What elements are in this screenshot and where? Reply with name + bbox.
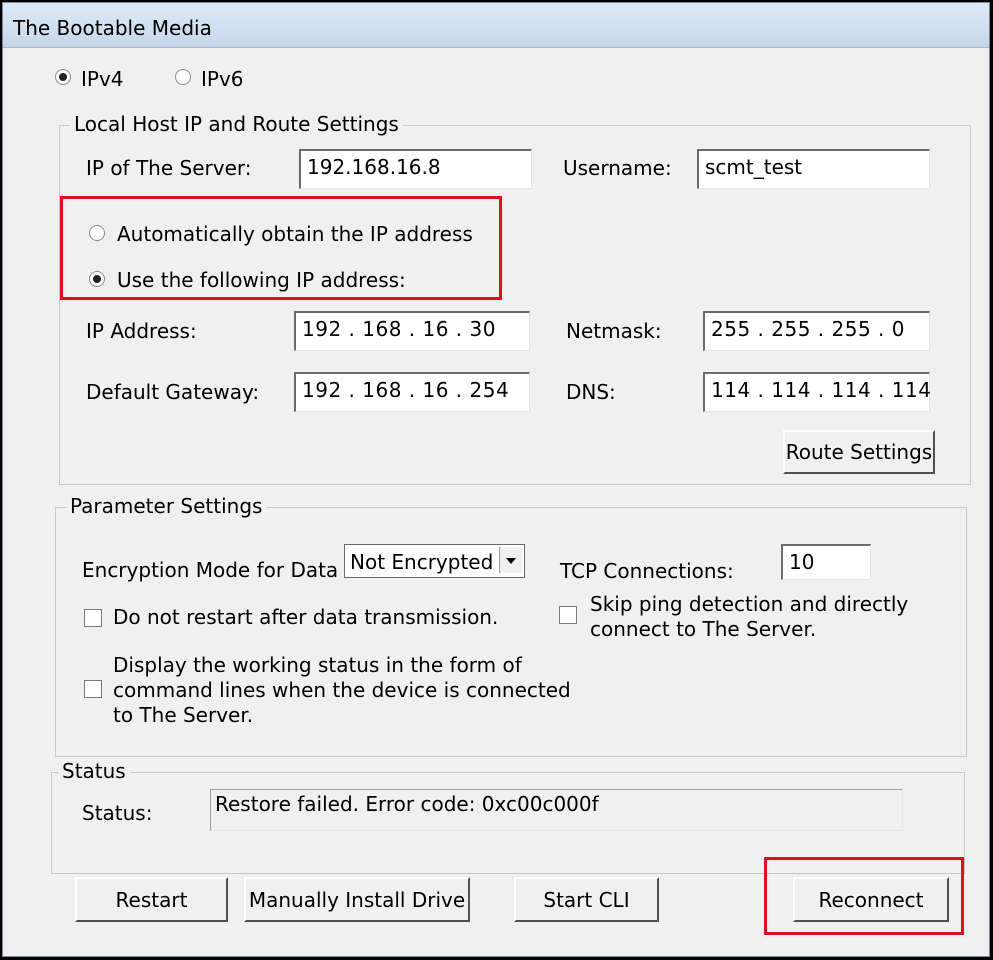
reconnect-highlight-box	[764, 857, 964, 935]
cli-status-label-line1: Display the working status in the form o…	[113, 653, 522, 677]
install-drive-button[interactable]: Manually Install Drive	[244, 877, 470, 922]
status-legend: Status	[58, 759, 130, 783]
cli-status-label-line3: to The Server.	[113, 703, 254, 727]
server-ip-label: IP of The Server:	[86, 156, 252, 180]
no-restart-checkbox[interactable]	[84, 609, 102, 627]
dns-label: DNS:	[566, 380, 616, 404]
parameter-settings-legend: Parameter Settings	[66, 494, 267, 518]
ip-mode-highlight-box	[60, 196, 502, 300]
skip-ping-label-line2: connect to The Server.	[590, 617, 817, 641]
start-cli-button[interactable]: Start CLI	[514, 877, 659, 922]
username-label: Username:	[563, 156, 672, 180]
ipv6-radio[interactable]	[175, 69, 191, 85]
gateway-input[interactable]: 192 . 168 . 16 . 254	[294, 372, 530, 412]
ipv4-label: IPv4	[81, 67, 124, 91]
ipv4-radio[interactable]	[55, 69, 71, 85]
no-restart-label: Do not restart after data transmission.	[113, 605, 499, 629]
local-host-legend: Local Host IP and Route Settings	[70, 112, 403, 136]
bootable-media-window: The Bootable Media IPv4 IPv6 Local Host …	[2, 2, 990, 957]
tcp-connections-input[interactable]: 10	[781, 544, 871, 580]
cli-status-label-line2: command lines when the device is connect…	[113, 678, 571, 702]
skip-ping-label-line1: Skip ping detection and directly	[590, 592, 909, 616]
window-title: The Bootable Media	[13, 16, 212, 40]
title-bar: The Bootable Media	[3, 3, 989, 48]
encryption-select-value: Not Encrypted	[350, 550, 494, 574]
username-input[interactable]: scmt_test	[697, 149, 930, 189]
ipv6-label: IPv6	[201, 67, 244, 91]
chevron-down-icon[interactable]	[499, 547, 522, 573]
route-settings-button[interactable]: Route Settings	[783, 430, 935, 474]
ip-address-input[interactable]: 192 . 168 . 16 . 30	[294, 311, 530, 351]
dns-input[interactable]: 114 . 114 . 114 . 114	[703, 372, 931, 412]
netmask-input[interactable]: 255 . 255 . 255 . 0	[703, 311, 930, 351]
encryption-select[interactable]: Not Encrypted	[344, 544, 525, 578]
gateway-label: Default Gateway:	[86, 380, 260, 404]
cli-status-checkbox[interactable]	[84, 680, 102, 698]
restart-button[interactable]: Restart	[75, 877, 228, 922]
skip-ping-checkbox[interactable]	[559, 606, 577, 624]
ip-address-label: IP Address:	[86, 319, 197, 343]
server-ip-input[interactable]: 192.168.16.8	[299, 149, 532, 189]
status-label: Status:	[82, 801, 153, 825]
tcp-connections-label: TCP Connections:	[560, 559, 734, 583]
encryption-label: Encryption Mode for Data	[82, 558, 339, 582]
netmask-label: Netmask:	[566, 319, 662, 343]
status-value: Restore failed. Error code: 0xc00c000f	[210, 789, 903, 831]
